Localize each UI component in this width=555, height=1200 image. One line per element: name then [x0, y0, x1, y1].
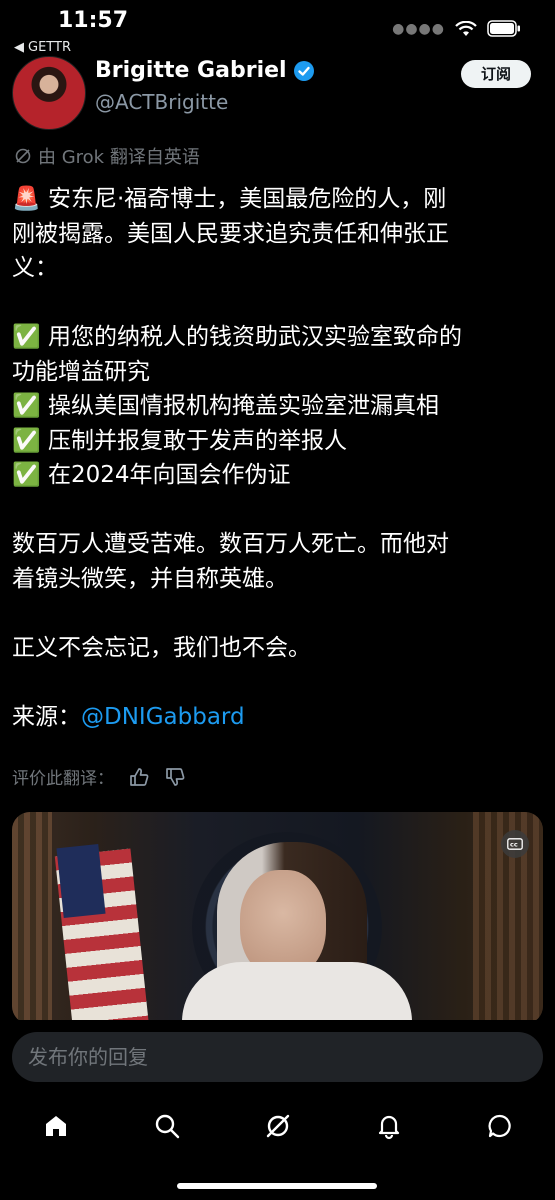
- body-line: 🚨 安东尼·福奇博士，美国最危险的人，刚: [12, 186, 447, 212]
- body-line: ✅ 操纵美国情报机构掩盖实验室泄漏真相: [12, 393, 439, 419]
- author-name: Brigitte Gabriel: [95, 58, 287, 83]
- thumbs-down-icon[interactable]: [164, 766, 186, 788]
- source-mention-link[interactable]: @DNIGabbard: [81, 704, 245, 730]
- wifi-icon: [455, 20, 477, 36]
- video-frame-jacket: [182, 962, 412, 1024]
- nav-notifications[interactable]: [359, 1101, 419, 1151]
- search-icon: [155, 1114, 179, 1139]
- battery-icon: [487, 20, 520, 37]
- author-handle[interactable]: @ACTBrigitte: [95, 90, 228, 114]
- bottom-nav: [0, 1096, 555, 1156]
- body-line: 数百万人遭受苦难。数百万人死亡。而他对: [12, 531, 449, 557]
- body-line: ✅ 压制并报复敢于发声的举报人: [12, 427, 347, 454]
- back-arrow-icon: ◀: [14, 40, 24, 55]
- thumbs-up-icon[interactable]: [128, 766, 150, 788]
- nav-messages[interactable]: [470, 1101, 530, 1151]
- nav-grok[interactable]: [248, 1101, 308, 1151]
- source-label: 来源：: [12, 703, 81, 730]
- message-icon: [488, 1114, 511, 1138]
- home-icon: [45, 1116, 66, 1136]
- back-app-label: GETTR: [28, 40, 71, 55]
- status-time: 11:57: [58, 8, 129, 33]
- author-avatar[interactable]: [12, 56, 86, 130]
- body-line: 正义不会忘记，我们也不会。: [12, 634, 311, 661]
- verified-badge-icon: [293, 60, 314, 81]
- signal-icon: ●●●●: [392, 20, 445, 37]
- author-name-row[interactable]: Brigitte Gabriel: [95, 58, 315, 83]
- body-line: ✅ 用您的纳税人的钱资助武汉实验室致命的: [12, 324, 462, 350]
- subscribe-button[interactable]: 订阅: [461, 60, 531, 88]
- body-line: 着镜头微笑，并自称英雄。: [12, 565, 288, 592]
- translation-note-label: 由 Grok 翻译自英语: [38, 147, 200, 168]
- post-body: 🚨 安东尼·福奇博士，美国最危险的人，刚 刚被揭露。美国人民要求追究责任和伸张正…: [12, 182, 547, 734]
- rate-translation-label: 评价此翻译：: [12, 769, 114, 789]
- status-indicators: ●●●●: [392, 20, 521, 37]
- grok-icon: [15, 148, 31, 164]
- home-indicator[interactable]: [177, 1183, 377, 1189]
- source-line: 来源：@DNIGabbard: [12, 700, 547, 735]
- back-to-app-link[interactable]: ◀ GETTR: [14, 40, 71, 55]
- body-line: 功能增益研究: [12, 358, 150, 385]
- translation-note[interactable]: 由 Grok 翻译自英语: [14, 143, 200, 169]
- rate-translation: 评价此翻译：: [12, 764, 186, 789]
- nav-search[interactable]: [137, 1101, 197, 1151]
- reply-input[interactable]: 发布你的回复: [12, 1032, 543, 1082]
- video-frame-curtain: [12, 812, 52, 1024]
- body-line: 义：: [12, 255, 58, 281]
- body-line: ✅ 在2024年向国会作伪证: [12, 462, 291, 488]
- closed-captions-icon[interactable]: cc: [501, 830, 529, 858]
- nav-home[interactable]: [26, 1101, 86, 1151]
- body-line: 刚被揭露。美国人民要求追究责任和伸张正: [12, 220, 449, 247]
- bell-icon: [378, 1115, 399, 1140]
- video-player[interactable]: cc: [12, 812, 543, 1024]
- svg-text:cc: cc: [510, 841, 518, 849]
- video-frame-flag-canton: [56, 843, 106, 919]
- grok-icon: [266, 1114, 289, 1138]
